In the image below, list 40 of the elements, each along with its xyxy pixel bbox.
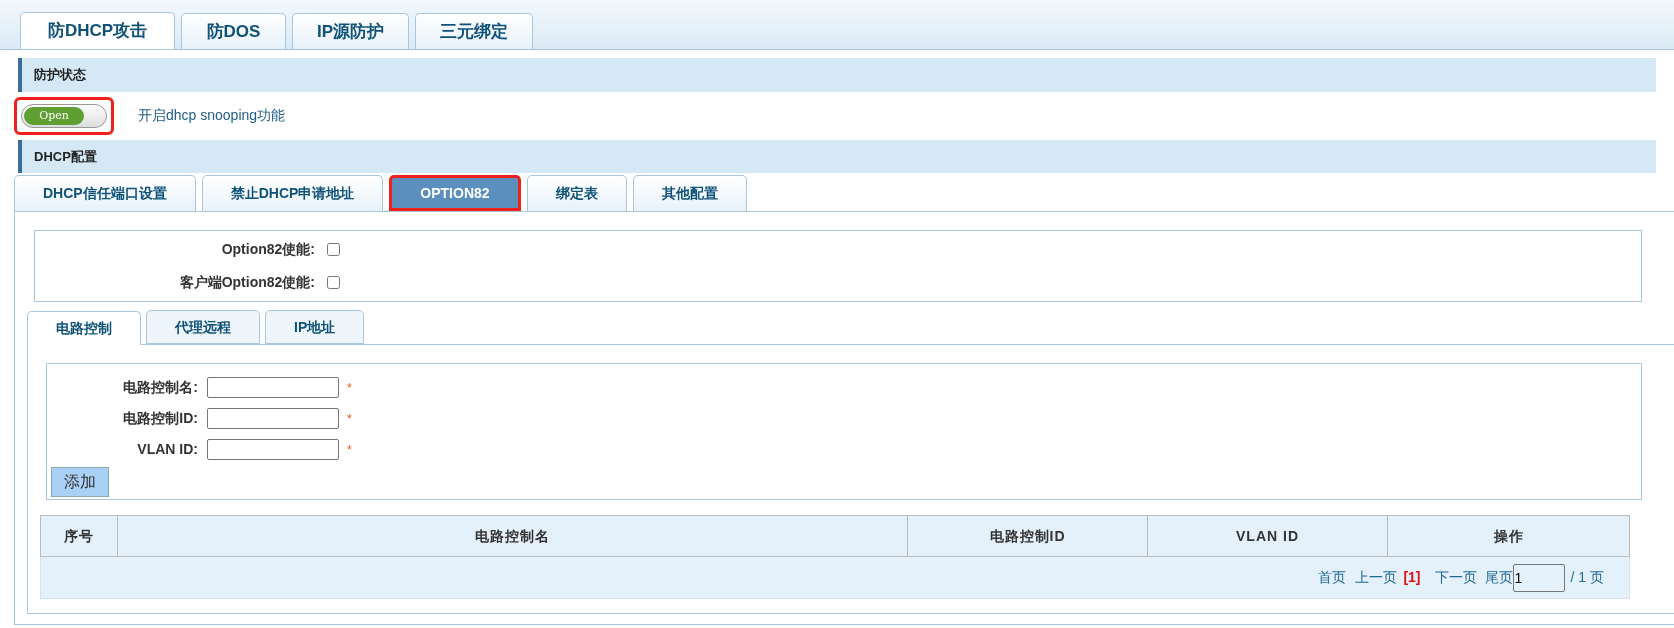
column-header: 电路控制ID — [907, 516, 1147, 556]
required-mark: * — [347, 441, 352, 459]
tab[interactable]: IP地址 — [265, 310, 365, 344]
tab[interactable]: 代理远程 — [146, 310, 260, 344]
option-label: Option82使能: — [220, 240, 315, 259]
tab[interactable]: 三元绑定 — [415, 13, 534, 49]
tab[interactable]: 其他配置 — [632, 175, 747, 211]
section-header: 防护状态 — [18, 58, 1656, 92]
column-header: 操作 — [1387, 516, 1629, 556]
field-label: 电路控制ID: — [122, 409, 198, 428]
input-field[interactable] — [207, 377, 339, 398]
field-label: VLAN ID: — [136, 440, 198, 459]
column-header: 序号 — [63, 526, 95, 546]
switch-description: 开启dhcp snooping功能 — [138, 106, 286, 125]
required-mark: * — [347, 379, 352, 397]
last-page-link[interactable]: 尾页 — [1484, 567, 1513, 588]
first-page-link[interactable]: 首页 — [1318, 567, 1347, 588]
tab[interactable]: 电路控制 — [27, 311, 141, 345]
current-page: [1] — [1403, 568, 1421, 587]
required-mark: * — [347, 410, 352, 428]
field-label: 电路控制名: — [122, 378, 198, 397]
tab[interactable]: 防DOS — [181, 13, 286, 49]
tab[interactable]: DHCP信任端口设置 — [14, 175, 196, 211]
checkbox[interactable] — [327, 276, 340, 289]
input-field[interactable] — [207, 408, 339, 429]
next-page-link[interactable]: 下一页 — [1434, 567, 1477, 588]
add-button[interactable]: 添加 — [51, 467, 109, 497]
tab[interactable]: 绑定表 — [526, 175, 627, 211]
tab[interactable]: 防DHCP攻击 — [20, 12, 175, 49]
checkbox[interactable] — [327, 243, 340, 256]
option-label: 客户端Option82使能: — [178, 273, 315, 292]
column-header: 电路控制名 — [117, 516, 907, 556]
tab[interactable]: IP源防护 — [292, 13, 410, 49]
section-header: DHCP配置 — [18, 139, 1656, 173]
page-total: / 1 页 — [1570, 568, 1604, 587]
input-field[interactable] — [207, 439, 339, 460]
column-header: VLAN ID — [1147, 516, 1387, 556]
page-input[interactable]: 1 — [1512, 563, 1565, 592]
prev-page-link[interactable]: 上一页 — [1355, 567, 1398, 588]
tab[interactable]: 禁止DHCP申请地址 — [201, 175, 384, 211]
